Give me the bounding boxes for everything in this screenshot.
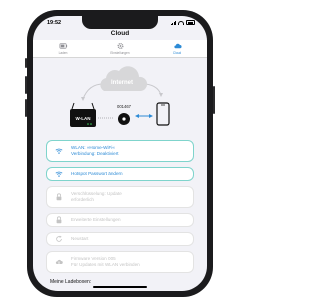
- tab-laden[interactable]: Laden: [43, 42, 83, 55]
- cloud-download-icon: [55, 259, 63, 264]
- wifi-status-icon: [178, 20, 184, 25]
- wlan-status-connection: Verbindung: Deaktiviert: [71, 151, 119, 156]
- gear-icon: [117, 43, 123, 49]
- wifi-icon: [55, 171, 63, 177]
- internet-cloud-icon: [100, 66, 148, 91]
- restart-item: Neustart: [46, 232, 194, 246]
- cloud-icon: [173, 43, 182, 49]
- encryption-update-item: Verschlüsselung: Update erforderlich: [46, 186, 194, 208]
- cellular-signal-icon: [170, 20, 176, 25]
- wifi-icon: [55, 148, 63, 154]
- mute-switch: [25, 58, 27, 68]
- cloud-menu: WLAN: »Home-WiFi« Verbindung: Deaktivier…: [46, 140, 194, 278]
- router-label: W-LAN: [75, 116, 91, 121]
- volume-up-button: [25, 76, 27, 94]
- volume-down-button: [25, 99, 27, 117]
- tab-cloud-label: Cloud: [172, 51, 182, 55]
- advanced-settings-item: Erweiterte Einstellungen: [46, 213, 194, 227]
- phone-screen: 19:52 Cloud Laden Einstellungen Cloud In…: [33, 16, 207, 291]
- advanced-settings-label: Erweiterte Einstellungen: [71, 217, 121, 222]
- lock-icon: [56, 193, 62, 201]
- page-title: Cloud: [110, 30, 130, 37]
- wlan-status-item[interactable]: WLAN: »Home-WiFi« Verbindung: Deaktivier…: [46, 140, 194, 162]
- battery-status-icon: [186, 20, 195, 25]
- refresh-icon: [56, 235, 62, 242]
- battery-icon: [59, 43, 67, 49]
- encryption-update-line2: erforderlich: [71, 197, 94, 202]
- wallbox-device-icon: [118, 113, 130, 125]
- status-time: 19:52: [47, 20, 62, 26]
- tab-einstellungen[interactable]: Einstellungen: [100, 42, 140, 55]
- tab-einstellungen-label: Einstellungen: [110, 51, 130, 55]
- notch: [82, 16, 158, 29]
- router-icon: [70, 102, 96, 127]
- tab-laden-label: Laden: [58, 51, 68, 55]
- lock-icon: [56, 216, 62, 224]
- power-button: [213, 86, 215, 114]
- status-icons: [170, 20, 195, 25]
- connection-diagram-graphic: [70, 66, 170, 127]
- tab-cloud[interactable]: Cloud: [157, 42, 197, 55]
- my-chargers-heading: Meine Ladeboxen:: [50, 279, 92, 285]
- firmware-update-hint: Für Updates mit WLAN verbinden: [71, 262, 140, 267]
- bidirectional-arrow-icon: [135, 114, 153, 118]
- home-indicator[interactable]: [93, 286, 147, 288]
- tab-bar: Laden Einstellungen Cloud: [33, 40, 207, 58]
- smartphone-icon: [156, 102, 170, 126]
- device-id-label: 001467: [117, 104, 131, 109]
- connection-diagram: Internet 001467 W-LAN: [33, 61, 207, 136]
- hotspot-password-item[interactable]: Hotspot Passwort ändern: [46, 167, 194, 181]
- restart-label: Neustart: [71, 236, 89, 241]
- cloud-label: Internet: [110, 80, 133, 86]
- hotspot-password-label: Hotspot Passwort ändern: [71, 171, 123, 176]
- firmware-item: Firmware Version 005 Für Updates mit WLA…: [46, 251, 194, 273]
